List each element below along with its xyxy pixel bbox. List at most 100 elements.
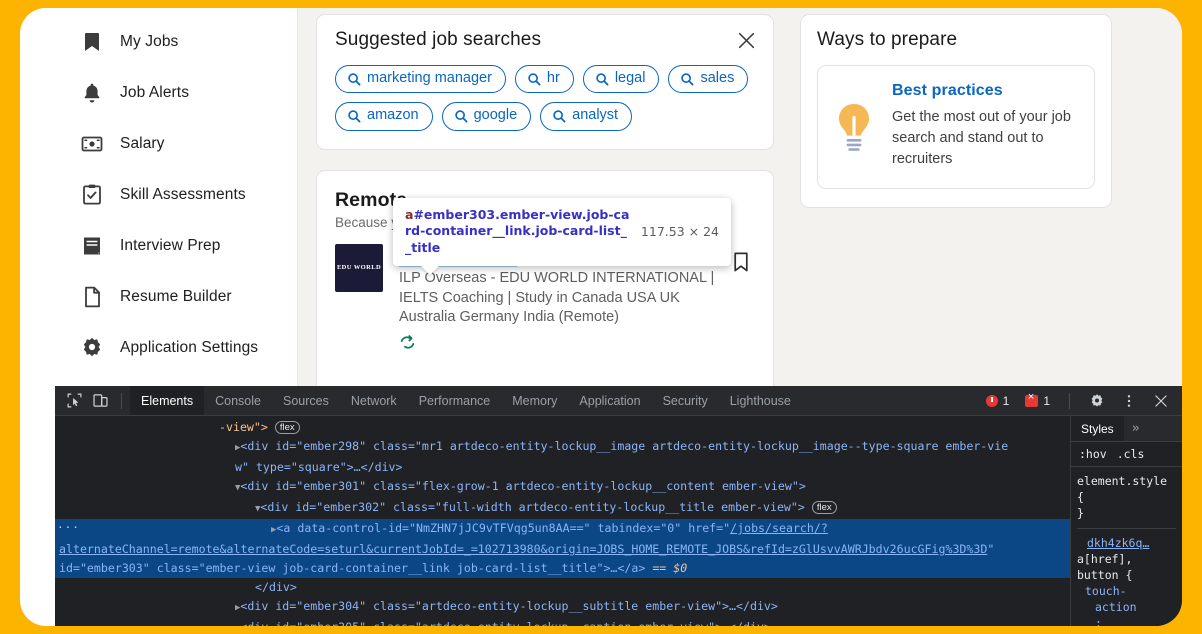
- sidebar-item-interview-prep[interactable]: Interview Prep: [56, 220, 297, 271]
- tab-application[interactable]: Application: [568, 386, 651, 415]
- search-icon: [347, 72, 361, 86]
- sidebar-item-resume-builder[interactable]: Resume Builder: [56, 271, 297, 322]
- suggested-job-searches-card: Suggested job searches marketing manager…: [316, 14, 774, 150]
- gear-icon[interactable]: [1084, 389, 1110, 413]
- search-icon: [527, 72, 541, 86]
- dom-line-text: <div id="ember304" class="artdeco-entity…: [240, 599, 777, 613]
- error-count: 1: [1003, 394, 1010, 408]
- jobs-center-column: Suggested job searches marketing manager…: [316, 8, 774, 388]
- tab-lighthouse[interactable]: Lighthouse: [719, 386, 802, 415]
- rule-close-brace: }: [1077, 505, 1176, 521]
- clipboard-check-icon: [80, 183, 104, 207]
- suggested-pill[interactable]: marketing manager: [335, 65, 506, 93]
- tab-performance[interactable]: Performance: [408, 386, 502, 415]
- bell-icon: [80, 81, 104, 105]
- best-practices-text: Best practices Get the most out of your …: [892, 82, 1080, 170]
- devtools-panel: Elements Console Sources Network Perform…: [55, 386, 1182, 626]
- pill-label: amazon: [367, 107, 419, 124]
- error-icon: [986, 395, 998, 407]
- inspector-selector-text: #ember303.ember-view.job-card-container_…: [405, 207, 629, 255]
- sidebar-item-label: Interview Prep: [120, 237, 220, 255]
- sidebar-item-job-alerts[interactable]: Job Alerts: [56, 67, 297, 118]
- best-practices-heading: Best practices: [892, 82, 1080, 100]
- dom-line-tail: -view">: [219, 420, 268, 434]
- rule-property: touch-: [1077, 583, 1176, 599]
- suggested-title: Suggested job searches: [335, 29, 755, 51]
- styles-rule-list[interactable]: element.style { } dkh4zk6q… a[href], but…: [1071, 467, 1182, 626]
- devtools-tab-bar: Elements Console Sources Network Perform…: [130, 386, 802, 415]
- dom-tree-pane[interactable]: -view"> flex ▶<div id="ember298" class="…: [55, 416, 1070, 626]
- issue-icon: [1025, 395, 1038, 407]
- pill-label: hr: [547, 70, 560, 87]
- rule-property-colon: :: [1077, 615, 1176, 626]
- sidebar-item-label: Resume Builder: [120, 288, 232, 306]
- sidebar-item-salary[interactable]: Salary: [56, 118, 297, 169]
- sidebar-item-label: Job Alerts: [120, 84, 189, 102]
- warning-count-badge[interactable]: 1: [1020, 392, 1055, 410]
- search-icon: [454, 109, 468, 123]
- search-icon: [680, 72, 694, 86]
- styles-pane: Styles » :hov .cls element.style { } dkh…: [1070, 416, 1182, 626]
- pill-label: marketing manager: [367, 70, 492, 87]
- tab-console[interactable]: Console: [204, 386, 272, 415]
- bookmark-icon: [729, 250, 753, 274]
- tab-elements[interactable]: Elements: [130, 386, 204, 415]
- sidebar-item-label: Skill Assessments: [120, 186, 246, 204]
- cls-filter[interactable]: .cls: [1117, 447, 1145, 461]
- rule-source-link[interactable]: dkh4zk6q…: [1077, 535, 1176, 551]
- toolbar-divider: [121, 393, 122, 409]
- pill-label: analyst: [572, 107, 618, 124]
- device-toolbar-icon[interactable]: [87, 389, 113, 413]
- rule-selector: a[href],: [1077, 551, 1176, 567]
- close-icon[interactable]: [733, 27, 759, 53]
- style-rule-element[interactable]: element.style { }: [1077, 473, 1176, 521]
- suggested-pill[interactable]: legal: [583, 65, 660, 93]
- search-icon: [552, 109, 566, 123]
- suggested-pill[interactable]: hr: [515, 65, 574, 93]
- tab-security[interactable]: Security: [652, 386, 719, 415]
- dom-line: ▼<div id="ember301" class="flex-grow-1 a…: [55, 477, 1070, 498]
- inspector-dimensions: 117.53 × 24: [641, 224, 719, 239]
- kebab-menu-icon[interactable]: [1116, 389, 1142, 413]
- chevron-right-icon[interactable]: »: [1124, 421, 1148, 436]
- tab-styles[interactable]: Styles: [1071, 416, 1124, 441]
- company-logo: EDU WORLD: [335, 244, 383, 292]
- linkedin-jobs-page: My Jobs Job Alerts: [20, 8, 1182, 388]
- styles-tab-bar: Styles »: [1071, 416, 1182, 442]
- dom-selected-marker: == $0: [652, 561, 687, 575]
- best-practices-tile[interactable]: Best practices Get the most out of your …: [817, 65, 1095, 189]
- devtools-body: -view"> flex ▶<div id="ember298" class="…: [55, 416, 1182, 626]
- dom-line: ▶<div id="ember304" class="artdeco-entit…: [55, 597, 1070, 618]
- sidebar-item-application-settings[interactable]: Application Settings: [56, 322, 297, 373]
- hov-filter[interactable]: :hov: [1079, 447, 1107, 461]
- rule-divider: [1077, 528, 1176, 529]
- suggested-pill[interactable]: sales: [668, 65, 748, 93]
- style-rule-ahref[interactable]: dkh4zk6q… a[href], button { touch- actio…: [1077, 535, 1176, 626]
- tab-network[interactable]: Network: [340, 386, 408, 415]
- dom-line: ▶<div id="ember305" class="artdeco-entit…: [55, 618, 1070, 626]
- dom-line-selected[interactable]: ▶<a data-control-id="NmZHN7jJC9vTFVqg5un…: [55, 519, 1070, 578]
- repost-icon: [399, 334, 416, 351]
- flex-badge: flex: [812, 501, 837, 514]
- tab-sources[interactable]: Sources: [272, 386, 340, 415]
- save-job-bookmark-button[interactable]: [729, 250, 755, 276]
- dom-line-text: w" type="square">…</div>: [235, 460, 403, 474]
- notebook-icon: [80, 234, 104, 258]
- suggested-pill[interactable]: analyst: [540, 102, 632, 130]
- search-icon: [595, 72, 609, 86]
- styles-filter-bar: :hov .cls: [1071, 442, 1182, 467]
- gear-icon: [80, 336, 104, 360]
- sidebar-item-my-jobs[interactable]: My Jobs: [56, 16, 297, 67]
- inspect-element-icon[interactable]: [61, 389, 87, 413]
- close-icon[interactable]: [1148, 389, 1174, 413]
- suggested-pill[interactable]: amazon: [335, 102, 433, 130]
- suggested-pill[interactable]: google: [442, 102, 532, 130]
- dom-line: w" type="square">…</div>: [55, 458, 1070, 477]
- tab-memory[interactable]: Memory: [501, 386, 568, 415]
- dom-line: ▼<div id="ember302" class="full-width ar…: [55, 498, 1070, 519]
- error-count-badge[interactable]: 1: [981, 392, 1015, 410]
- sidebar-item-skill-assessments[interactable]: Skill Assessments: [56, 169, 297, 220]
- money-icon: [80, 132, 104, 156]
- tooltip-arrow: [421, 266, 439, 275]
- dom-overflow-marker: ···: [57, 521, 80, 534]
